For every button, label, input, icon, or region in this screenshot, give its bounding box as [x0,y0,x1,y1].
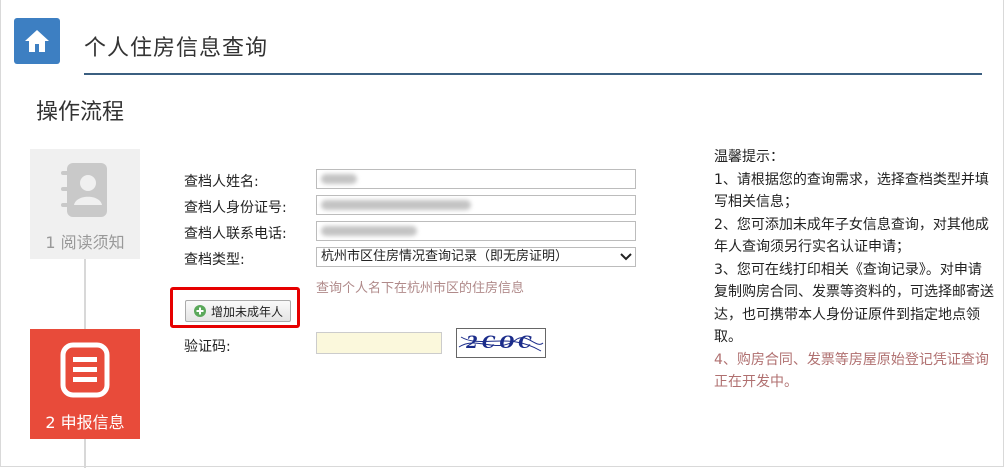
tip-item: 4、购房合同、发票等房屋原始登记凭证查询正在开发中。 [714,351,989,391]
query-type-select[interactable]: 杭州市区住房情况查询记录（即无房证明） [316,247,636,267]
redacted-mark [321,174,357,184]
captcha-label: 验证码: [184,339,231,355]
contact-book-icon [61,163,107,217]
step-label: 2 申报信息 [45,413,125,432]
page-title: 个人住房信息查询 [84,36,269,61]
home-icon [25,30,49,52]
captcha-noise [458,336,544,352]
section-title: 操作流程 [36,100,125,125]
step-read-notice[interactable]: 1 阅读须知 [30,149,140,259]
home-button[interactable] [14,18,60,64]
query-type-value: 杭州市区住房情况查询记录（即无房证明） [321,249,569,264]
query-type-hint: 查询个人名下在杭州市区的住房信息 [316,281,525,296]
redacted-mark [321,226,417,236]
phone-label: 查档人联系电话: [184,226,287,242]
id-label: 查档人身份证号: [184,200,287,216]
chevron-down-icon [620,253,632,261]
highlight-box [170,287,300,328]
tips-panel: 温馨提示： 1、请根据您的查询需求，选择查档类型并填写相关信息； 2、您可添加未… [714,146,994,394]
tips-title: 温馨提示： [714,149,784,165]
step-label: 1 阅读须知 [45,233,125,252]
phone-field[interactable] [316,221,636,241]
tip-item: 2、您可添加未成年子女信息查询，对其他成年人查询须另行实名认证申请； [714,216,989,256]
captcha-input[interactable] [316,332,442,354]
type-label: 查档类型: [184,252,245,268]
tip-item: 1、请根据您的查询需求，选择查档类型并填写相关信息； [714,171,989,211]
name-label: 查档人姓名: [184,174,259,190]
form-list-icon [60,342,110,398]
tip-item: 3、您可在线打印相关《查询记录》。对申请复制购房合同、发票等资料的，可选择邮寄送… [714,261,994,346]
name-field[interactable] [316,169,636,189]
id-field[interactable] [316,195,636,215]
captcha-image[interactable]: 2COC [456,328,546,358]
title-divider [84,73,982,75]
step-submit-info[interactable]: 2 申报信息 [30,329,140,439]
redacted-mark [321,200,471,210]
